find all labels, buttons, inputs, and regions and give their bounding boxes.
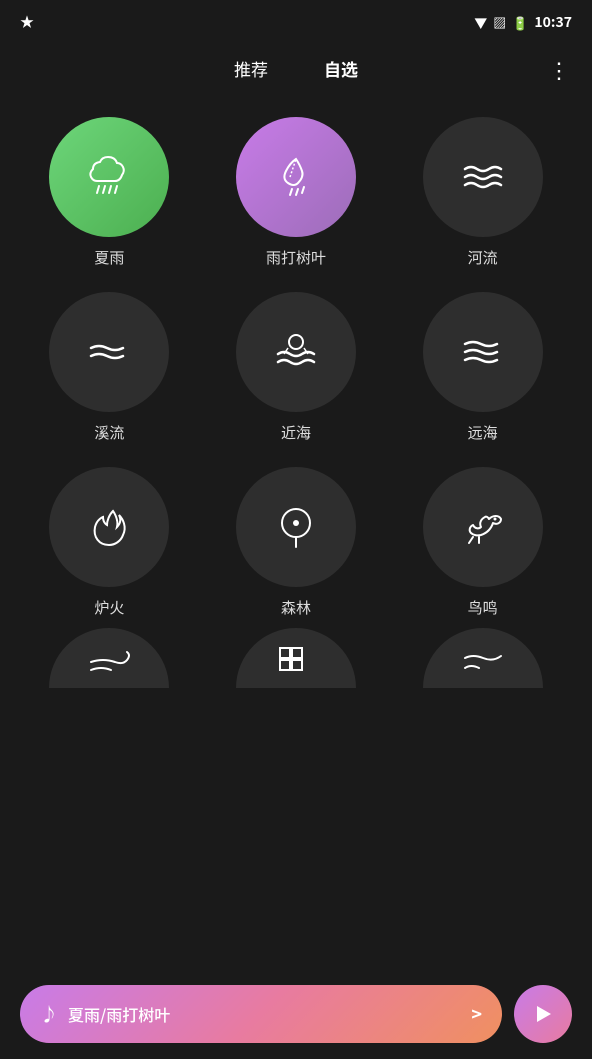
sound-button-haifeng[interactable]: [49, 628, 169, 688]
sound-button-niaoming[interactable]: [423, 467, 543, 587]
sound-button-yudashuyei[interactable]: [236, 117, 356, 237]
sound-label-niaoming: 鸟鸣: [468, 597, 498, 618]
battery-icon: 🔋: [512, 13, 528, 32]
list-item[interactable]: 近海: [211, 292, 382, 443]
sound-button-xiayu[interactable]: [49, 117, 169, 237]
sound-label-xiliu: 溪流: [94, 422, 124, 443]
sound-button-xiliu[interactable]: [49, 292, 169, 412]
sound-grid: 夏雨 雨打树叶 河流: [0, 97, 592, 628]
music-note-icon: ♪: [40, 1001, 58, 1027]
status-left: ★: [20, 12, 34, 32]
sound-label-senlin: 森林: [281, 597, 311, 618]
list-item[interactable]: [211, 628, 382, 688]
sound-button-yuanhai[interactable]: [423, 292, 543, 412]
list-item[interactable]: 雨打树叶: [211, 117, 382, 268]
status-right: ▼ ▨ 🔋 10:37: [474, 12, 572, 32]
fire-icon: [83, 501, 135, 553]
list-item[interactable]: 河流: [397, 117, 568, 268]
wifi-icon: ▼: [474, 13, 487, 32]
partial-row: [0, 628, 592, 688]
sound-button-heliu[interactable]: [423, 117, 543, 237]
list-item[interactable]: 夏雨: [24, 117, 195, 268]
sound-label-yudashuyei: 雨打树叶: [266, 247, 326, 268]
sound-button-luhuo[interactable]: [49, 467, 169, 587]
list-item[interactable]: 远海: [397, 292, 568, 443]
list-item[interactable]: 炉火: [24, 467, 195, 618]
list-item[interactable]: [397, 628, 568, 688]
far-sea-icon: [457, 326, 509, 378]
river-icon: [457, 151, 509, 203]
sound-label-jinhai: 近海: [281, 422, 311, 443]
cloud-rain-icon: [83, 151, 135, 203]
wind2-icon: [457, 638, 509, 688]
bird-icon: [457, 501, 509, 553]
star-icon: ★: [20, 12, 34, 32]
wind-icon: [83, 638, 135, 688]
sound-label-luhuo: 炉火: [94, 597, 124, 618]
list-item[interactable]: 森林: [211, 467, 382, 618]
sound-button-jinhai[interactable]: [236, 292, 356, 412]
sound-button-naoyu[interactable]: [236, 628, 356, 688]
stream-icon: [83, 326, 135, 378]
play-icon: [531, 1002, 555, 1026]
sound-label-yuanhai: 远海: [468, 422, 498, 443]
list-item[interactable]: [24, 628, 195, 688]
list-item[interactable]: 溪流: [24, 292, 195, 443]
tab-recommended[interactable]: 推荐: [226, 52, 276, 85]
signal-icon: ▨: [493, 13, 506, 32]
time-display: 10:37: [534, 12, 572, 32]
near-sea-icon: [270, 326, 322, 378]
player-bar: ♪ 夏雨/雨打树叶 >: [0, 969, 592, 1059]
more-menu-button[interactable]: ⋮: [548, 53, 568, 85]
status-bar: ★ ▼ ▨ 🔋 10:37: [0, 0, 592, 40]
rain-leaf-icon: [270, 151, 322, 203]
play-button[interactable]: [514, 985, 572, 1043]
nav-tabs: 推荐 自选 ⋮: [0, 40, 592, 97]
sound-button-guowai[interactable]: [423, 628, 543, 688]
tab-custom[interactable]: 自选: [316, 52, 366, 85]
list-item[interactable]: 鸟鸣: [397, 467, 568, 618]
grid-icon: [270, 638, 322, 688]
player-expand-icon: >: [471, 1001, 482, 1027]
sound-label-xiayu: 夏雨: [94, 247, 124, 268]
player-main-button[interactable]: ♪ 夏雨/雨打树叶 >: [20, 985, 502, 1043]
now-playing-text: 夏雨/雨打树叶: [68, 1002, 461, 1026]
forest-icon: [270, 501, 322, 553]
sound-label-heliu: 河流: [468, 247, 498, 268]
sound-button-senlin[interactable]: [236, 467, 356, 587]
